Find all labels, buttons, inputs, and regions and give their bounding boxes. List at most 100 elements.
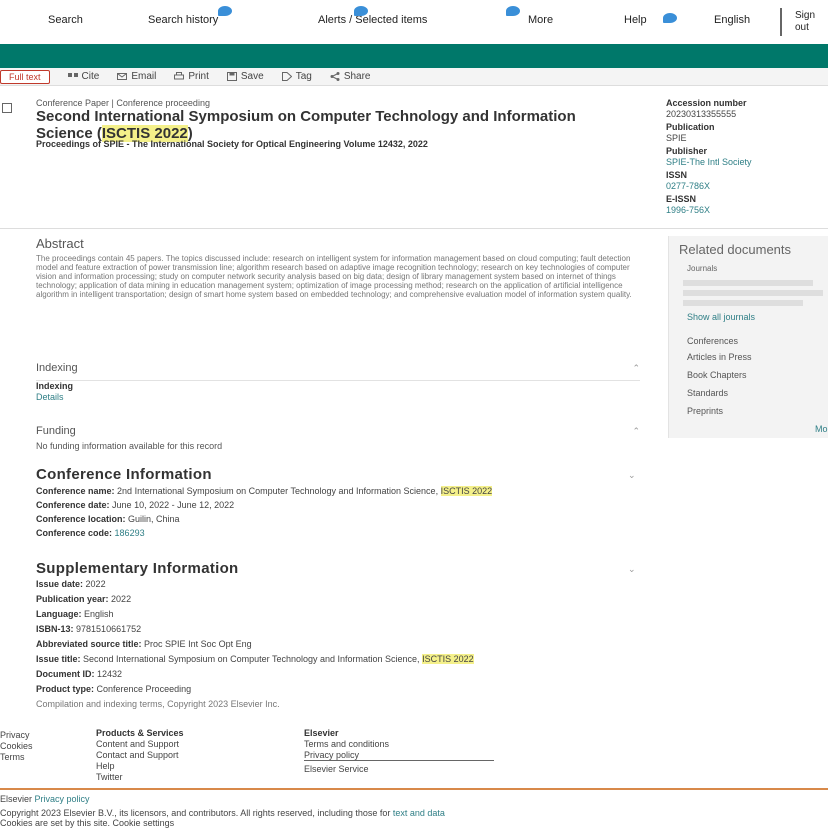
share-button[interactable]: Share [330,71,371,82]
email-button[interactable]: Email [117,71,156,82]
footer-cookies-line: Cookies are set by this site. Cookie set… [0,818,175,828]
conference-name-row: Conference name: 2nd International Sympo… [36,486,493,496]
supplementary-info: Issue date: 2022 Publication year: 2022 … [36,579,626,714]
record-source: Proceedings of SPIE - The International … [36,139,428,149]
publication-value: SPIE [666,133,687,143]
nav-search-history[interactable]: Search history [148,6,233,26]
new-badge-icon [662,13,677,23]
record-title: Second International Symposium on Comput… [36,108,576,142]
full-text-button[interactable]: Full text [0,69,50,84]
funding-heading: Funding [36,425,76,437]
save-icon [226,72,237,81]
funding-section[interactable]: Funding ⌃ [36,425,640,437]
new-badge-icon [354,6,368,16]
top-navigation: Search Search history Alerts / Selected … [0,0,828,44]
document-type: Conference Paper | Conference proceeding [36,98,210,108]
abstract-text: The proceedings contain 45 papers. The t… [36,254,632,299]
new-badge-icon [218,6,233,16]
chevron-down-icon[interactable]: ⌄ [628,564,636,575]
related-documents-heading: Related documents [679,242,792,257]
issn-link[interactable]: 0277-786X [666,181,826,192]
indexing-details-link[interactable]: Details [36,392,64,402]
brand-bar [0,44,828,68]
footer-elsevier-service[interactable]: Elsevier Service [304,764,369,775]
privacy-policy-link[interactable]: Privacy policy [35,794,90,804]
chevron-down-icon[interactable]: ⌄ [628,470,636,481]
conference-location-row: Conference location: Guilin, China [36,514,180,524]
conference-code-row: Conference code: 186293 [36,528,145,538]
supp-row: Product type: Conference Proceeding [36,684,192,694]
footer-col-legal: Privacy Cookies Terms [0,730,33,763]
chevron-up-icon[interactable]: ⌃ [632,363,640,374]
supp-row: Language: English [36,609,114,619]
indexing-heading: Indexing [36,362,78,374]
related-more-link[interactable]: More [815,424,828,434]
meta-label: E-ISSN [666,194,697,204]
record-toolbar: Full text Cite Email Print Save Tag Shar… [0,68,828,86]
print-button[interactable]: Print [174,71,209,82]
meta-label: ISSN [666,170,688,180]
text-and-data-link[interactable]: text and data [393,808,445,818]
supp-row: Issue date: 2022 [36,579,106,589]
footer-col-elsevier: Elsevier Terms and conditions Privacy po… [304,728,389,761]
footer-link[interactable]: Contact and Support [96,750,184,761]
supp-row: ISBN-13: 9781510661752 [36,624,142,634]
loading-bar [683,300,803,306]
conference-info-heading: Conference Information [36,466,212,483]
conference-date-row: Conference date: June 10, 2022 - June 12… [36,500,235,510]
nav-search[interactable]: Search [48,14,83,26]
conference-code-link[interactable]: 186293 [115,528,145,538]
footer-divider [304,760,494,761]
abstract-heading: Abstract [36,236,84,251]
footer-col-products: Products & Services Content and Support … [96,728,184,783]
tag-button[interactable]: Tag [281,71,312,82]
quote-icon [67,72,78,81]
footer-accent-line [0,788,828,790]
footer-link[interactable]: Terms [0,752,33,763]
chevron-up-icon[interactable]: ⌃ [632,426,640,437]
footer-heading: Elsevier [304,728,339,738]
footer-link[interactable]: Twitter [96,772,184,783]
select-record-checkbox[interactable] [2,103,12,113]
new-badge-icon [506,6,520,16]
footer-copyright-line: Copyright 2023 Elsevier B.V., its licens… [0,808,445,818]
tag-icon [281,72,292,81]
footer-link[interactable]: Cookies [0,741,33,752]
eissn-link[interactable]: 1996-756X [666,205,826,216]
footer-heading: Products & Services [96,728,184,738]
meta-label: Publication [666,122,715,132]
publisher-link[interactable]: SPIE-The Intl Society [666,157,826,168]
indexing-label: Indexing [36,381,74,391]
footer-link[interactable]: Help [96,761,184,772]
related-item[interactable]: Book Chapters [687,370,747,380]
sign-out-link[interactable]: Sign out [795,10,815,34]
footer-link[interactable]: Content and Support [96,739,184,750]
supp-row: Publication year: 2022 [36,594,132,604]
share-icon [330,72,340,81]
related-documents-panel: Related documents Journals Show all jour… [668,236,828,438]
funding-text: No funding information available for thi… [36,441,223,451]
related-item[interactable]: Conferences [687,336,738,346]
save-button[interactable]: Save [226,71,264,82]
copyright-note: Compilation and indexing terms, Copyrigh… [36,699,280,709]
header-divider [0,228,828,229]
related-item[interactable]: Standards [687,388,728,398]
show-all-journals-link[interactable]: Show all journals [687,312,755,322]
nav-language[interactable]: English [714,14,750,26]
nav-separator [780,8,782,36]
nav-alerts[interactable]: Alerts / Selected items [318,6,427,26]
footer-link[interactable]: Terms and conditions [304,739,389,750]
record-metadata: Accession number 20230313355555 Publicat… [666,98,826,218]
nav-help[interactable]: Help [624,13,677,26]
supp-row: Issue title: Second International Sympos… [36,654,474,664]
loading-bar [683,280,813,286]
indexing-section[interactable]: Indexing ⌃ [36,362,640,381]
related-item[interactable]: Preprints [687,406,723,416]
nav-more[interactable]: More [506,6,553,26]
accession-number: 20230313355555 [666,109,737,119]
footer-link[interactable]: Privacy [0,730,33,741]
meta-label: Accession number [666,98,747,108]
cite-button[interactable]: Cite [67,71,99,82]
supplementary-info-heading: Supplementary Information [36,560,239,577]
related-item[interactable]: Articles in Press [687,352,752,362]
